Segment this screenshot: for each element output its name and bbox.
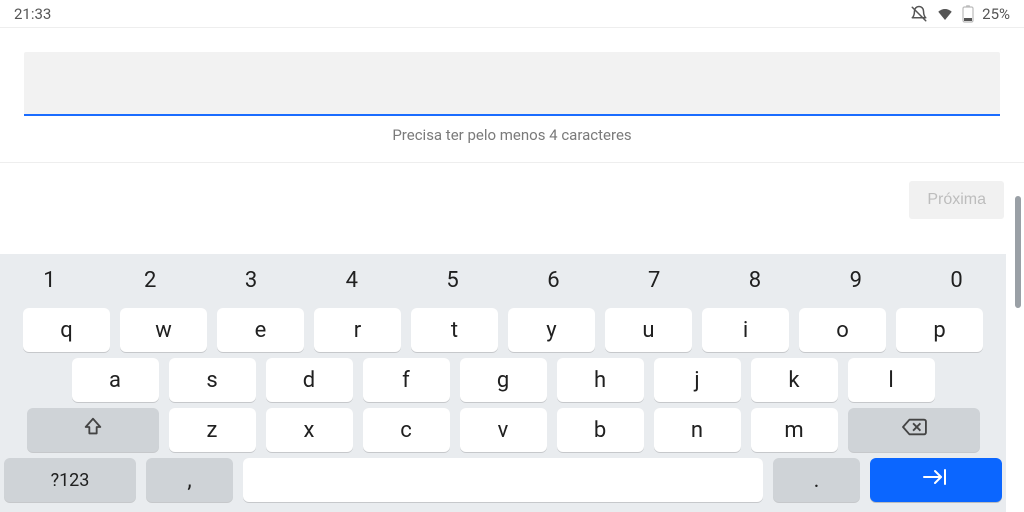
status-left: 21:33 [14,5,51,23]
key-symbols[interactable]: ?123 [4,458,136,502]
key-row-q: q w e r t y u i o p [4,308,1002,352]
tab-next-icon [921,467,951,493]
backspace-icon [901,416,927,444]
shift-icon [82,416,104,444]
key-6[interactable]: 6 [508,258,599,302]
key-b[interactable]: b [557,408,644,452]
key-enter[interactable] [870,458,1002,502]
key-g[interactable]: g [460,358,547,402]
key-a[interactable]: a [72,358,159,402]
key-n[interactable]: n [654,408,741,452]
key-t[interactable]: t [411,308,498,352]
key-h[interactable]: h [557,358,644,402]
battery-percent: 25% [982,5,1010,23]
key-7[interactable]: 7 [609,258,700,302]
button-row: Próxima [0,163,1024,219]
key-r[interactable]: r [314,308,401,352]
key-space[interactable] [243,458,763,502]
key-d[interactable]: d [266,358,353,402]
key-y[interactable]: y [508,308,595,352]
key-row-z: z x c v b n m [4,408,1002,452]
key-shift[interactable] [27,408,159,452]
key-l[interactable]: l [848,358,935,402]
key-comma[interactable]: , [146,458,233,502]
key-9[interactable]: 9 [810,258,901,302]
key-z[interactable]: z [169,408,256,452]
key-c[interactable]: c [363,408,450,452]
text-input[interactable] [24,52,1000,116]
key-u[interactable]: u [605,308,692,352]
key-s[interactable]: s [169,358,256,402]
key-1[interactable]: 1 [4,258,95,302]
key-o[interactable]: o [799,308,886,352]
key-x[interactable]: x [266,408,353,452]
key-v[interactable]: v [460,408,547,452]
key-backspace[interactable] [848,408,980,452]
key-3[interactable]: 3 [206,258,297,302]
key-j[interactable]: j [654,358,741,402]
key-m[interactable]: m [751,408,838,452]
key-period[interactable]: . [773,458,860,502]
status-bar: 21:33 25% [0,0,1024,28]
key-4[interactable]: 4 [306,258,397,302]
key-0[interactable]: 0 [911,258,1002,302]
key-w[interactable]: w [120,308,207,352]
key-8[interactable]: 8 [710,258,801,302]
key-row-numbers: 1 2 3 4 5 6 7 8 9 0 [4,258,1002,302]
screen: 21:33 25% Precisa ter pelo menos 4 carac… [0,0,1024,512]
wifi-icon [936,5,954,23]
key-q[interactable]: q [23,308,110,352]
key-row-a: a s d f g h j k l [4,358,1002,402]
key-p[interactable]: p [896,308,983,352]
bell-off-icon [910,5,928,23]
key-e[interactable]: e [217,308,304,352]
key-5[interactable]: 5 [407,258,498,302]
status-right: 25% [910,5,1010,23]
helper-text: Precisa ter pelo menos 4 caracteres [24,116,1000,162]
form-area: Precisa ter pelo menos 4 caracteres [0,28,1024,163]
keyboard: 1 2 3 4 5 6 7 8 9 0 q w e r t y u i o p … [0,254,1006,512]
scroll-indicator[interactable] [1015,196,1021,308]
status-time: 21:33 [14,5,51,23]
key-f[interactable]: f [363,358,450,402]
next-button[interactable]: Próxima [909,181,1004,219]
key-2[interactable]: 2 [105,258,196,302]
key-i[interactable]: i [702,308,789,352]
battery-icon [962,5,974,23]
key-row-bottom: ?123 , . [4,458,1002,502]
key-k[interactable]: k [751,358,838,402]
